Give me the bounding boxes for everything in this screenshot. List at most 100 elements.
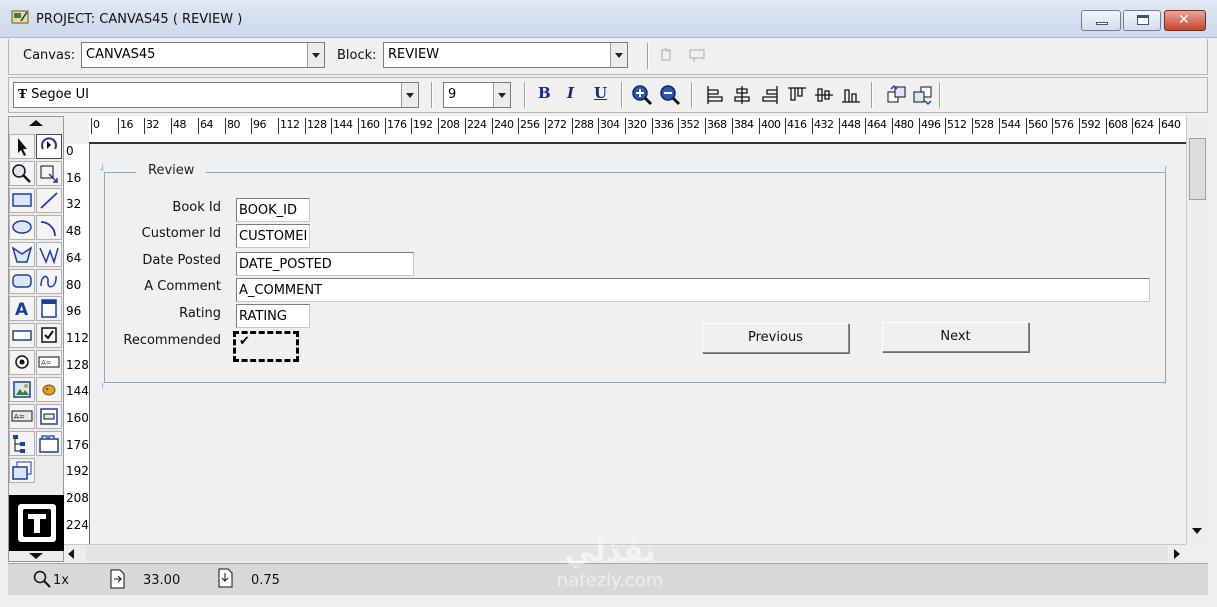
sound-tool-button[interactable] (36, 377, 62, 402)
polyline-tool-button[interactable] (36, 242, 62, 267)
chevron-down-icon[interactable] (610, 43, 627, 67)
stacked-canvas-tool-button[interactable] (9, 458, 35, 483)
button-tool-button[interactable] (36, 404, 62, 429)
zoom-in-icon[interactable] (630, 83, 654, 107)
reshape-tool-button[interactable] (36, 161, 62, 186)
palette-scroll-down-icon[interactable] (27, 552, 45, 560)
align-top-icon[interactable] (785, 83, 809, 107)
book-id-field[interactable]: BOOK_ID (236, 198, 310, 222)
rotate-tool-button[interactable] (36, 134, 62, 159)
scroll-down-icon[interactable] (1190, 526, 1204, 536)
scroll-right-icon[interactable] (1172, 548, 1182, 560)
ruler-tick (492, 118, 493, 134)
radio-button-tool-button[interactable] (9, 350, 35, 375)
selection-marquee[interactable] (233, 331, 299, 362)
layout-canvas[interactable]: ┘ ╷ ╷ ┘ Review Book Id BOOK_ID Customer … (90, 144, 1186, 542)
ruler-label: 32 (146, 118, 160, 131)
pointer-icon (18, 138, 27, 156)
frame-handle[interactable]: ╷ (1163, 162, 1170, 172)
reshape-icon (40, 165, 58, 183)
display-item-tool-button[interactable]: A= (9, 404, 35, 429)
ruler-label: 528 (974, 118, 994, 131)
a-comment-field[interactable]: A_COMMENT (236, 278, 1150, 302)
ruler-label: 128 (307, 118, 327, 131)
chevron-down-icon[interactable] (401, 83, 418, 107)
scroll-left-icon[interactable] (66, 548, 76, 560)
checkbox-tool-button[interactable] (36, 323, 62, 348)
ruler-tick (972, 118, 973, 134)
date-posted-field[interactable]: DATE_POSTED (236, 252, 414, 276)
y-position: 0.75 (251, 573, 280, 588)
rotate-icon (41, 137, 57, 150)
next-button[interactable]: Next (882, 322, 1029, 352)
font-select[interactable]: Ŧ Segoe UI (13, 82, 419, 108)
select-tool-button[interactable] (9, 134, 35, 159)
align-left-icon[interactable] (703, 83, 727, 107)
align-right-icon[interactable] (758, 83, 782, 107)
align-bottom-icon[interactable] (839, 83, 863, 107)
rectangle-tool-button[interactable] (9, 188, 35, 213)
tab-canvas-tool-button[interactable] (36, 431, 62, 456)
ruler-label: 80 (227, 118, 241, 131)
minimize-button[interactable] (1081, 10, 1121, 31)
bring-to-front-icon[interactable] (885, 83, 909, 107)
vertical-scrollbar[interactable] (1186, 116, 1208, 544)
text-item-tool-button[interactable] (9, 323, 35, 348)
previous-button[interactable]: Previous (702, 323, 849, 353)
ruler-label: 64 (200, 118, 214, 131)
ruler-label: 64 (66, 251, 82, 265)
ruler-tick (705, 118, 706, 134)
canvas-select-value: CANVAS45 (86, 47, 156, 62)
underline-button[interactable]: U (594, 84, 607, 102)
close-button[interactable]: ✕ (1164, 10, 1206, 31)
rating-label: Rating (179, 306, 221, 321)
font-select-value: Segoe UI (31, 87, 90, 102)
magnify-tool-button[interactable] (9, 161, 35, 186)
toolbar-mode-icon[interactable] (9, 495, 65, 551)
line-tool-button[interactable] (36, 188, 62, 213)
zoom-level: 1x (53, 573, 69, 588)
vertical-scroll-thumb[interactable] (1189, 138, 1206, 200)
ruler-label: 544 (1001, 118, 1021, 131)
chevron-down-icon[interactable] (493, 83, 510, 107)
polygon-tool-button[interactable] (9, 242, 35, 267)
arc-tool-button[interactable] (36, 215, 62, 240)
text-tool-button[interactable]: A (9, 296, 35, 321)
ruler-label: 480 (894, 118, 914, 131)
text-icon: A (15, 300, 29, 320)
align-center-icon[interactable] (730, 83, 754, 107)
frame-tool-button[interactable] (36, 296, 62, 321)
x-position: 33.00 (143, 573, 181, 588)
palette-scroll-up-icon[interactable] (27, 119, 45, 127)
bold-button[interactable]: B (538, 84, 551, 102)
italic-button[interactable]: I (567, 84, 574, 102)
customer-id-field[interactable]: CUSTOMEI (236, 224, 310, 248)
block-select[interactable]: REVIEW (383, 42, 628, 68)
maximize-button[interactable] (1123, 10, 1161, 31)
rating-field[interactable]: RATING (236, 304, 310, 328)
ruler-tick (118, 118, 119, 134)
ruler-label: 272 (547, 118, 567, 131)
image-tool-button[interactable] (9, 377, 35, 402)
tool-palette: A A= A= (8, 116, 65, 562)
ruler-tick (91, 118, 92, 134)
align-middle-icon[interactable] (812, 83, 836, 107)
ruler-label: 160 (66, 411, 89, 425)
font-size-select[interactable]: 9 (443, 82, 511, 108)
freehand-tool-button[interactable] (36, 269, 62, 294)
chevron-down-icon[interactable] (307, 43, 324, 67)
send-to-back-icon[interactable] (911, 83, 935, 107)
list-item-tool-button[interactable]: A= (36, 350, 62, 375)
zoom-out-icon[interactable] (658, 83, 682, 107)
ruler-tick (1079, 118, 1080, 134)
ruler-label: 464 (867, 118, 887, 131)
hierarchical-tree-tool-button[interactable] (9, 431, 35, 456)
ruler-tick (1052, 118, 1053, 134)
polyline-icon (39, 247, 59, 265)
ruler-label: 560 (1028, 118, 1048, 131)
rounded-rectangle-tool-button[interactable] (9, 269, 35, 294)
ruler-label: 240 (494, 118, 514, 131)
ellipse-tool-button[interactable] (9, 215, 35, 240)
canvas-select[interactable]: CANVAS45 (81, 42, 325, 68)
line-icon (40, 192, 58, 209)
